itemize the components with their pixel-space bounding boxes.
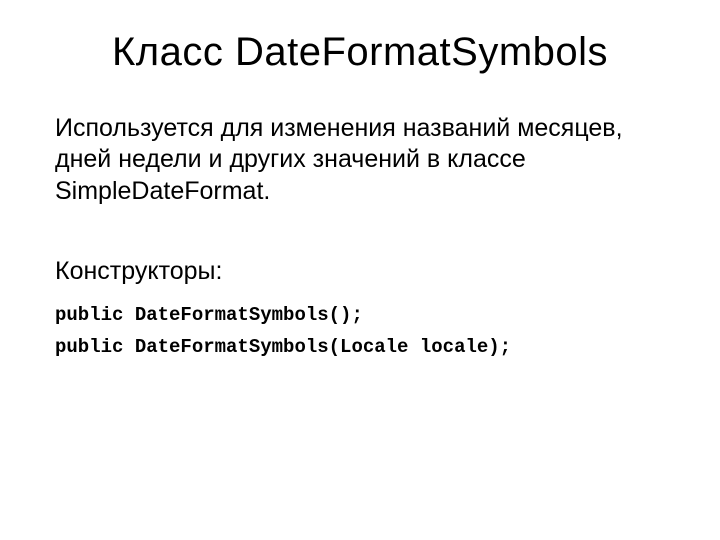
code-line: public DateFormatSymbols(); [55,304,665,326]
constructors-heading: Конструкторы: [55,257,665,286]
code-line: public DateFormatSymbols(Locale locale); [55,336,665,358]
slide-title: Класс DateFormatSymbols [55,30,665,75]
slide-description: Используется для изменения названий меся… [55,113,665,207]
